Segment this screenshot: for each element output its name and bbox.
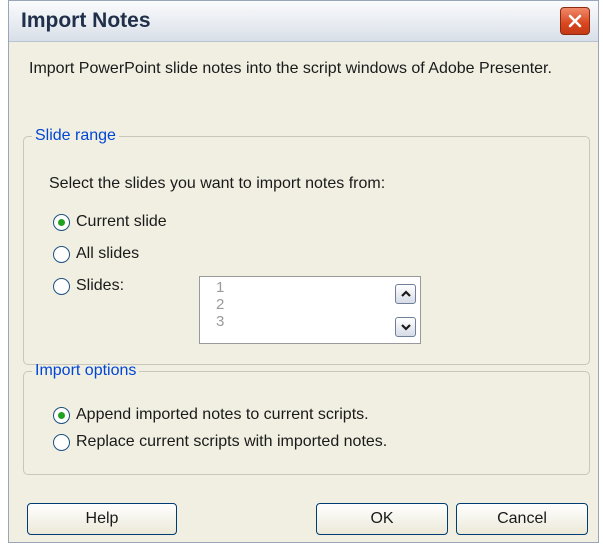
scroll-down-button[interactable] xyxy=(395,317,416,337)
radio-append-notes-label[interactable]: Append imported notes to current scripts… xyxy=(76,406,369,424)
slide-range-prompt-text: Select the slides you want to import not… xyxy=(49,175,386,192)
radio-current-slide[interactable]: Current slide xyxy=(53,213,167,231)
radio-append-notes-button[interactable] xyxy=(53,406,70,424)
radio-append-notes[interactable]: Append imported notes to current scripts… xyxy=(53,406,369,424)
radio-all-slides[interactable]: All slides xyxy=(53,245,139,263)
ok-button[interactable]: OK xyxy=(316,503,448,535)
import-options-legend: Import options xyxy=(35,362,137,379)
radio-slides[interactable]: Slides: xyxy=(53,277,124,295)
intro-text: Import PowerPoint slide notes into the s… xyxy=(29,60,552,77)
radio-replace-scripts-label[interactable]: Replace current scripts with imported no… xyxy=(76,433,387,451)
slides-listbox[interactable]: 1 2 3 xyxy=(199,276,421,344)
close-button[interactable] xyxy=(560,7,590,35)
chevron-down-icon xyxy=(400,324,411,331)
chevron-up-icon xyxy=(400,290,411,297)
radio-all-slides-button[interactable] xyxy=(53,245,70,263)
radio-slides-button[interactable] xyxy=(53,277,70,295)
title-bar[interactable]: Import Notes xyxy=(9,1,598,42)
radio-slides-label[interactable]: Slides: xyxy=(76,277,124,295)
radio-replace-scripts-button[interactable] xyxy=(53,433,70,451)
slide-range-legend: Slide range xyxy=(35,127,116,144)
slides-list-item: 2 xyxy=(216,296,225,313)
slides-list-item: 3 xyxy=(216,313,225,330)
radio-replace-scripts[interactable]: Replace current scripts with imported no… xyxy=(53,433,387,451)
scroll-up-button[interactable] xyxy=(395,284,416,304)
cancel-button[interactable]: Cancel xyxy=(456,503,588,535)
import-notes-dialog: Import Notes Import PowerPoint slide not… xyxy=(8,0,599,543)
radio-current-slide-label[interactable]: Current slide xyxy=(76,213,167,231)
close-icon xyxy=(568,14,582,28)
radio-current-slide-button[interactable] xyxy=(53,213,70,231)
radio-all-slides-label[interactable]: All slides xyxy=(76,245,139,263)
slides-list-item: 1 xyxy=(216,279,225,296)
help-button[interactable]: Help xyxy=(27,503,177,535)
dialog-title: Import Notes xyxy=(21,9,151,32)
slide-range-prompt: Select the slides you want to import not… xyxy=(49,175,385,193)
